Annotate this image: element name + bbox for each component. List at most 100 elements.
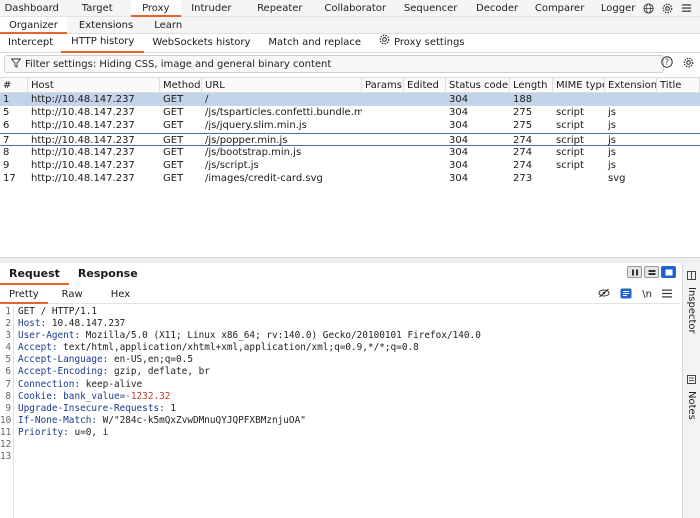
header-accept: Accept: text/html,application/xhtml+xml,…: [18, 342, 481, 354]
proxy-settings-button[interactable]: Proxy settings: [371, 34, 472, 53]
tab-target[interactable]: Target: [64, 0, 131, 17]
column-header-method[interactable]: Method: [160, 78, 202, 92]
tab-hex[interactable]: Hex: [97, 286, 144, 304]
tab-extensions[interactable]: Extensions: [67, 17, 145, 34]
column-header-length[interactable]: Length: [510, 78, 553, 92]
table-row[interactable]: 5 http://10.48.147.237 GET/js/tsparticles.…: [0, 106, 700, 119]
table-settings-gear-icon[interactable]: [683, 57, 694, 71]
split-horizontal-icon[interactable]: [644, 266, 659, 278]
menu-icon[interactable]: [681, 3, 692, 13]
column-header-status-code[interactable]: Status code: [446, 78, 510, 92]
cell-params: [362, 146, 404, 159]
tab-proxy[interactable]: Proxy: [130, 0, 181, 17]
header-name: Connection:: [18, 378, 81, 390]
table-row[interactable]: 9 http://10.48.147.237 GET/js/script.js 304…: [0, 159, 700, 172]
tab-collaborator[interactable]: Collaborator: [318, 0, 393, 17]
cell-host: http://10.48.147.237: [31, 134, 135, 145]
column-header-title[interactable]: Title: [657, 78, 700, 92]
cell-extension: js: [608, 134, 616, 145]
line-number: 10: [0, 414, 12, 426]
cell-title: [657, 119, 700, 132]
cell-length: 274: [513, 159, 533, 171]
tab-raw[interactable]: Raw: [48, 286, 97, 304]
tab-intruder[interactable]: Intruder: [181, 0, 243, 17]
cell-status-code: 304: [449, 159, 469, 171]
tab-sequencer[interactable]: Sequencer: [393, 0, 468, 17]
column-header-edited[interactable]: Edited: [404, 78, 446, 92]
tab-comparer[interactable]: Comparer: [526, 0, 593, 17]
column-header-extension[interactable]: Extension: [605, 78, 657, 92]
header-value: 1: [164, 402, 177, 414]
cell-url: /js/bootstrap.min.js: [205, 146, 302, 158]
cell-edited: [404, 93, 446, 106]
cell-extension: svg: [608, 173, 626, 185]
cookie-value: -1232.32: [125, 390, 171, 402]
wrap-text-icon[interactable]: [620, 288, 632, 302]
cookie-name: bank_value=: [57, 390, 126, 402]
cell-status-code: 304: [449, 94, 469, 105]
cell-status-code: 304: [449, 134, 469, 145]
cell-title: [657, 172, 700, 185]
tab-organizer[interactable]: Organizer: [0, 16, 67, 34]
tab-dashboard[interactable]: Dashboard: [0, 0, 64, 17]
settings-gear-icon[interactable]: [662, 3, 673, 14]
tab-repeater[interactable]: Repeater: [242, 0, 317, 17]
secondary-navigation: Organizer Extensions Learn: [0, 16, 700, 34]
split-vertical-icon[interactable]: [627, 266, 642, 278]
cell-params: [362, 119, 404, 132]
cell-number: 1: [3, 94, 10, 105]
table-row[interactable]: 17 http://10.48.147.237 GET/images/credit-…: [0, 172, 700, 185]
editor-menu-icon[interactable]: [662, 289, 672, 301]
newline-toggle[interactable]: \n: [642, 289, 652, 300]
column-header-host[interactable]: Host: [28, 78, 160, 92]
cell-method: GET: [163, 146, 184, 158]
proxy-tabs: Intercept HTTP history WebSockets histor…: [0, 34, 700, 53]
table-row[interactable]: 1 http://10.48.147.237 GET / 304 188: [0, 93, 700, 107]
cell-status-code: 304: [449, 107, 469, 119]
tab-learn[interactable]: Learn: [145, 17, 191, 34]
table-row[interactable]: 8 http://10.48.147.237 GET/js/bootstrap.mi…: [0, 146, 700, 159]
filter-settings-text: Filter settings: Hiding CSS, image and g…: [25, 58, 332, 70]
table-row[interactable]: 7 http://10.48.147.237 GET/js/popper.min.j…: [0, 132, 700, 146]
cell-method: GET: [163, 134, 184, 145]
header-accept-language: Accept-Language: en-US,en;q=0.5: [18, 354, 481, 366]
eye-off-icon[interactable]: [598, 288, 610, 301]
tab-websockets-history[interactable]: WebSockets history: [144, 34, 258, 53]
single-pane-icon[interactable]: [661, 266, 676, 278]
table-row[interactable]: 6 http://10.48.147.237 GET/js/jquery.slim.…: [0, 119, 700, 132]
column-header-params[interactable]: Params: [362, 78, 404, 92]
cell-method: GET: [163, 120, 184, 132]
tab-logger[interactable]: Logger: [593, 0, 643, 17]
header-name: Host:: [18, 318, 47, 330]
cell-method: GET: [163, 173, 184, 185]
cell-edited: [404, 134, 446, 145]
column-header-mime-type[interactable]: MIME type: [553, 78, 605, 92]
cell-params: [362, 172, 404, 185]
editor-icons: \n: [598, 288, 680, 302]
tab-pretty[interactable]: Pretty: [0, 286, 48, 304]
help-icon[interactable]: ?: [661, 56, 673, 71]
globe-icon[interactable]: [643, 2, 654, 14]
inspector-icon[interactable]: [687, 271, 696, 283]
tab-response[interactable]: Response: [69, 265, 147, 285]
layout-toggle: [627, 266, 676, 278]
cell-edited: [404, 172, 446, 185]
tab-http-history[interactable]: HTTP history: [61, 34, 145, 53]
filter-settings-bar[interactable]: Filter settings: Hiding CSS, image and g…: [4, 55, 664, 73]
request-line: GET / HTTP/1.1: [18, 306, 481, 318]
tab-request[interactable]: Request: [0, 265, 69, 285]
gear-icon: [379, 34, 390, 52]
tab-decoder[interactable]: Decoder: [468, 0, 526, 17]
filter-row: Filter settings: Hiding CSS, image and g…: [0, 53, 700, 75]
tab-intercept[interactable]: Intercept: [0, 34, 61, 53]
column-header-number[interactable]: #: [0, 78, 28, 92]
column-header-url[interactable]: URL: [202, 78, 362, 92]
notes-tab[interactable]: Notes: [686, 391, 697, 420]
inspector-tab[interactable]: Inspector: [686, 287, 697, 334]
header-value: 10.48.147.237: [46, 318, 126, 330]
tab-match-and-replace[interactable]: Match and replace: [258, 34, 371, 53]
request-code: GET / HTTP/1.1 Host: 10.48.147.237 User-…: [18, 306, 481, 439]
request-editor[interactable]: 1 2 3 4 5 6 7 8 9 10 11 12 13 GET / HTTP/1.1 Host: 1…: [0, 306, 680, 518]
notes-icon[interactable]: [687, 375, 696, 387]
header-value: u=0, i: [68, 426, 109, 438]
